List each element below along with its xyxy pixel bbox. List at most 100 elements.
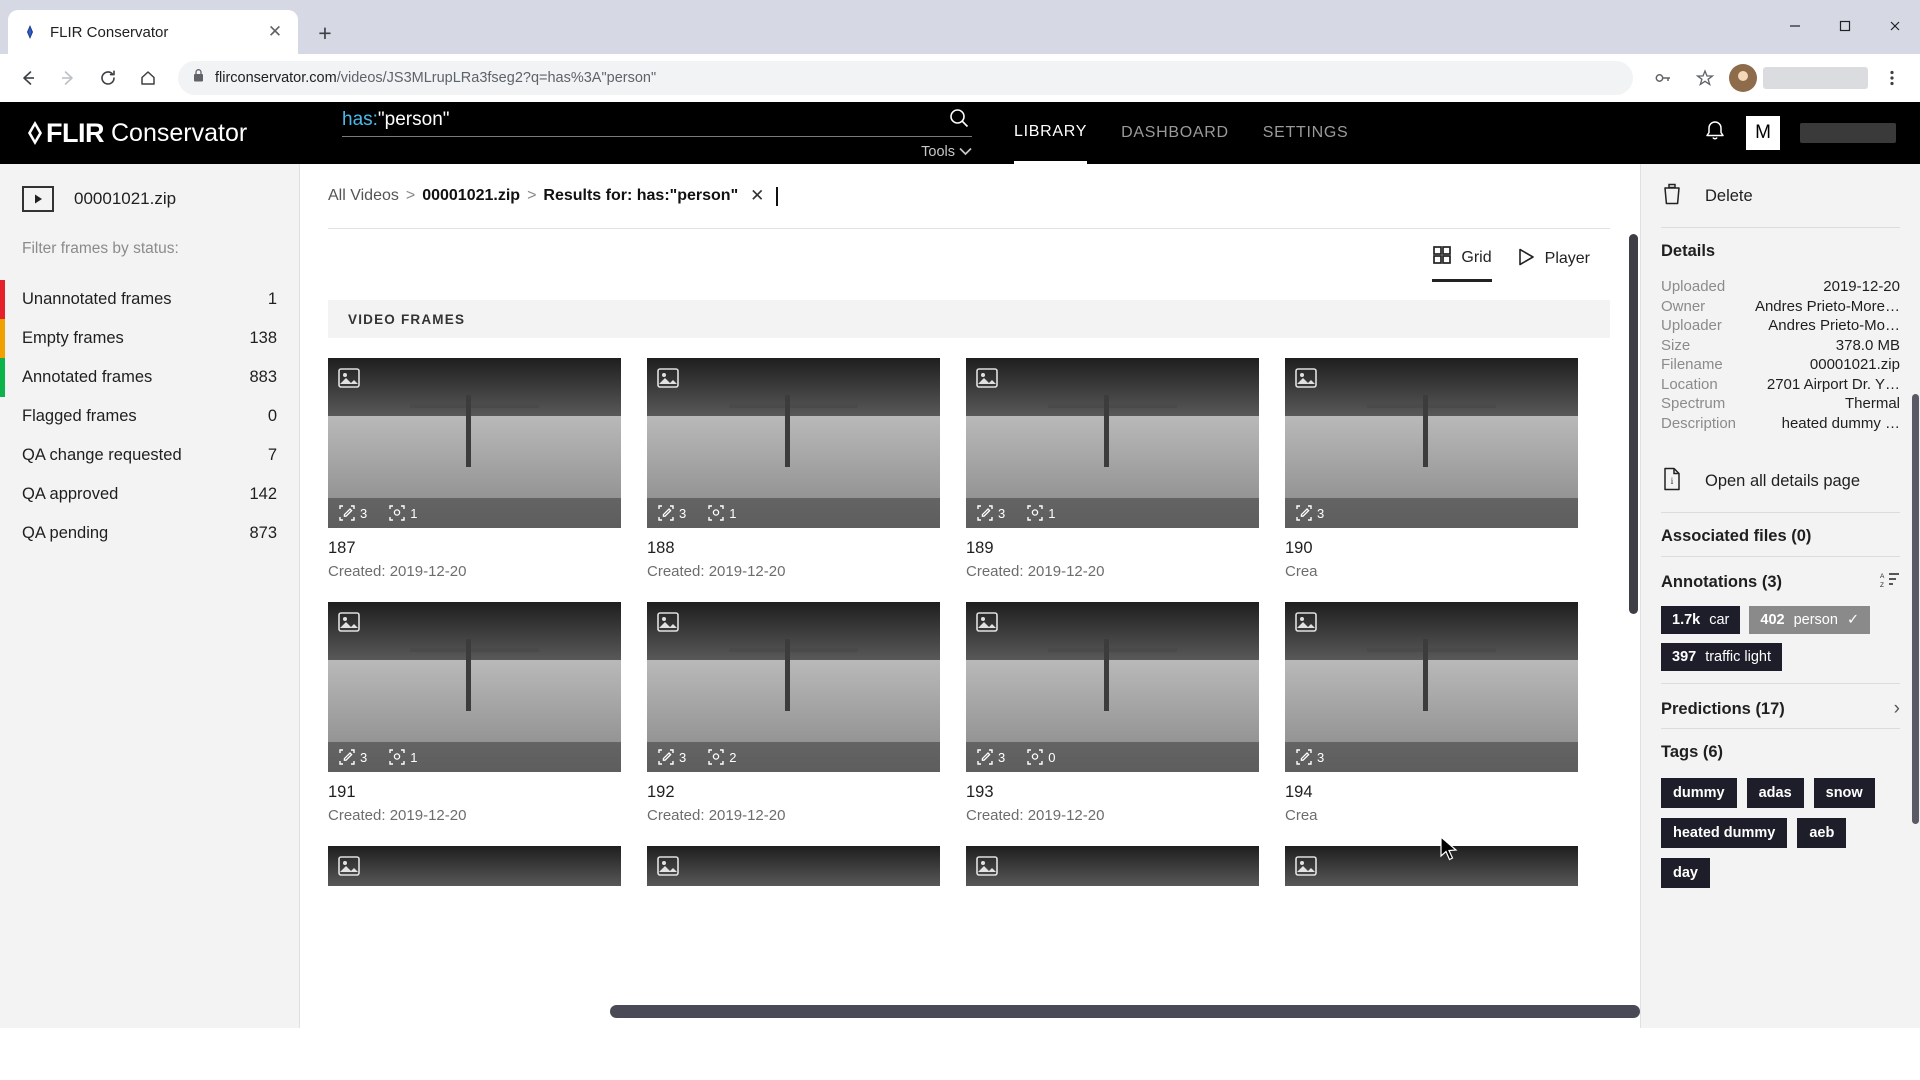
notification-bell-icon[interactable] xyxy=(1704,119,1726,148)
chevron-right-icon: › xyxy=(1893,698,1900,719)
sidebar-zip-header[interactable]: 00001021.zip xyxy=(0,186,299,212)
frame-card[interactable]: 3 1 189 Created: 2019-12-20 xyxy=(966,358,1259,580)
frame-thumbnail[interactable]: 3 1 xyxy=(328,358,621,528)
sidebar-item-annotated-frames[interactable]: Annotated frames 883 xyxy=(0,358,299,397)
tag-chip[interactable]: aeb xyxy=(1797,818,1847,848)
window-minimize-button[interactable] xyxy=(1770,0,1820,52)
back-button[interactable] xyxy=(10,60,46,96)
text-caret xyxy=(776,186,779,206)
sidebar-item-qa-approved[interactable]: QA approved 142 xyxy=(0,475,299,514)
details-list: Uploaded 2019-12-20 Owner Andres Prieto-… xyxy=(1641,271,1920,449)
tag-chip[interactable]: snow xyxy=(1813,778,1875,808)
frame-card[interactable]: 3 1 187 Created: 2019-12-20 xyxy=(328,358,621,580)
sort-alpha-icon[interactable]: AZ xyxy=(1880,571,1900,594)
nav-link-settings[interactable]: SETTINGS xyxy=(1263,102,1349,164)
annotation-chip-count: 402 xyxy=(1760,612,1785,628)
tag-chip[interactable]: day xyxy=(1661,858,1710,888)
breadcrumb-zip[interactable]: 00001021.zip xyxy=(422,187,520,205)
frame-created: Crea xyxy=(1285,807,1318,824)
kebab-menu-icon[interactable] xyxy=(1874,60,1910,96)
delete-button[interactable]: Delete xyxy=(1641,164,1920,227)
frame-thumbnail[interactable]: 3 1 xyxy=(966,358,1259,528)
home-button[interactable] xyxy=(130,60,166,96)
sidebar-item-count: 138 xyxy=(249,329,277,347)
frame-card[interactable]: 3 194 Crea xyxy=(1285,602,1578,824)
sidebar-item-qa-change-requested[interactable]: QA change requested 7 xyxy=(0,436,299,475)
open-all-details-button[interactable]: i Open all details page xyxy=(1641,449,1920,512)
frame-card[interactable] xyxy=(328,846,621,886)
panel-scrollbar[interactable] xyxy=(1912,394,1919,824)
tag-chip[interactable]: dummy xyxy=(1661,778,1737,808)
sidebar-item-empty-frames[interactable]: Empty frames 138 xyxy=(0,319,299,358)
forward-button[interactable] xyxy=(50,60,86,96)
predictions-row[interactable]: Predictions (17) › xyxy=(1641,684,1920,728)
tab-player-view[interactable]: Player xyxy=(1516,247,1590,281)
frame-thumbnail[interactable] xyxy=(1285,846,1578,886)
tab-grid-view[interactable]: Grid xyxy=(1432,245,1492,282)
bookmark-star-icon[interactable] xyxy=(1687,60,1723,96)
frame-thumbnail[interactable]: 3 xyxy=(1285,602,1578,772)
breadcrumb-all-videos[interactable]: All Videos xyxy=(328,187,399,205)
frame-card[interactable] xyxy=(966,846,1259,886)
detail-key: Size xyxy=(1661,336,1691,354)
search-input[interactable]: has:"person" xyxy=(342,105,972,137)
user-avatar[interactable]: M xyxy=(1746,116,1780,150)
detail-value: Thermal xyxy=(1844,395,1900,412)
nav-link-library[interactable]: LIBRARY xyxy=(1014,102,1088,164)
frame-thumbnail[interactable]: 3 1 xyxy=(647,358,940,528)
address-bar[interactable]: flirconservator.com/videos/JS3MLrupLRa3f… xyxy=(178,61,1633,95)
image-placeholder-icon xyxy=(657,856,679,881)
frame-thumbnail[interactable]: 3 0 xyxy=(966,602,1259,772)
annotation-chip-traffic-light[interactable]: 397 traffic light xyxy=(1661,643,1783,671)
detail-key: Spectrum xyxy=(1661,395,1726,412)
tools-dropdown[interactable]: Tools xyxy=(342,143,972,161)
frame-thumbnail[interactable] xyxy=(647,846,940,886)
frame-thumbnail[interactable]: 3 1 xyxy=(328,602,621,772)
frame-card[interactable]: 3 1 188 Created: 2019-12-20 xyxy=(647,358,940,580)
profile-avatar[interactable] xyxy=(1729,64,1757,92)
new-tab-button[interactable]: + xyxy=(308,16,342,50)
detail-key: Uploader xyxy=(1661,317,1722,334)
annotation-count: 3 xyxy=(360,505,368,521)
image-placeholder-icon xyxy=(657,612,679,637)
frame-card[interactable]: 3 1 191 Created: 2019-12-20 xyxy=(328,602,621,824)
sidebar-item-unannotated-frames[interactable]: Unannotated frames 1 xyxy=(0,280,299,319)
frame-card[interactable]: 3 2 192 Created: 2019-12-20 xyxy=(647,602,940,824)
content-horizontal-scrollbar[interactable] xyxy=(610,1005,1640,1018)
frame-thumbnail[interactable] xyxy=(328,846,621,886)
sidebar-zip-name: 00001021.zip xyxy=(74,189,177,208)
frame-card[interactable]: 3 0 193 Created: 2019-12-20 xyxy=(966,602,1259,824)
frame-thumbnail[interactable]: 3 2 xyxy=(647,602,940,772)
frame-badges: 3 2 xyxy=(647,742,940,772)
tags-title: Tags (6) xyxy=(1661,743,1724,761)
annotation-chip-person[interactable]: 402 person ✓ xyxy=(1749,606,1871,634)
tag-chip[interactable]: heated dummy xyxy=(1661,818,1788,848)
browser-tab[interactable]: FLIR Conservator ✕ xyxy=(8,10,298,54)
reload-button[interactable] xyxy=(90,60,126,96)
frame-card[interactable] xyxy=(647,846,940,886)
sidebar-item-label: Flagged frames xyxy=(22,407,137,425)
document-info-icon: i xyxy=(1661,467,1683,496)
annotation-chip-car[interactable]: 1.7k car xyxy=(1661,606,1741,634)
associated-files-title[interactable]: Associated files (0) xyxy=(1641,513,1920,556)
brand-logo[interactable]: FLIR Conservator xyxy=(24,118,324,149)
frame-card[interactable] xyxy=(1285,846,1578,886)
sidebar-item-label: QA pending xyxy=(22,524,109,542)
tag-chip[interactable]: adas xyxy=(1746,778,1804,808)
password-key-icon[interactable] xyxy=(1645,60,1681,96)
window-close-button[interactable] xyxy=(1870,0,1920,52)
sidebar-item-qa-pending[interactable]: QA pending 873 xyxy=(0,514,299,553)
sidebar-item-flagged-frames[interactable]: Flagged frames 0 xyxy=(0,397,299,436)
frames-grid: 3 1 187 Created: 2019-12-20 3 1 188 Crea… xyxy=(300,338,1590,886)
frame-thumbnail[interactable] xyxy=(966,846,1259,886)
breadcrumb-clear-icon[interactable]: ✕ xyxy=(750,186,764,206)
content-vertical-scrollbar[interactable] xyxy=(1629,234,1638,614)
search-value: "person" xyxy=(377,109,450,130)
frame-created: Created: 2019-12-20 xyxy=(647,807,786,824)
search-icon[interactable] xyxy=(946,105,972,131)
nav-link-dashboard[interactable]: DASHBOARD xyxy=(1121,102,1229,164)
frame-card[interactable]: 3 190 Crea xyxy=(1285,358,1578,580)
tab-close-icon[interactable]: ✕ xyxy=(264,21,286,43)
window-maximize-button[interactable] xyxy=(1820,0,1870,52)
frame-thumbnail[interactable]: 3 xyxy=(1285,358,1578,528)
